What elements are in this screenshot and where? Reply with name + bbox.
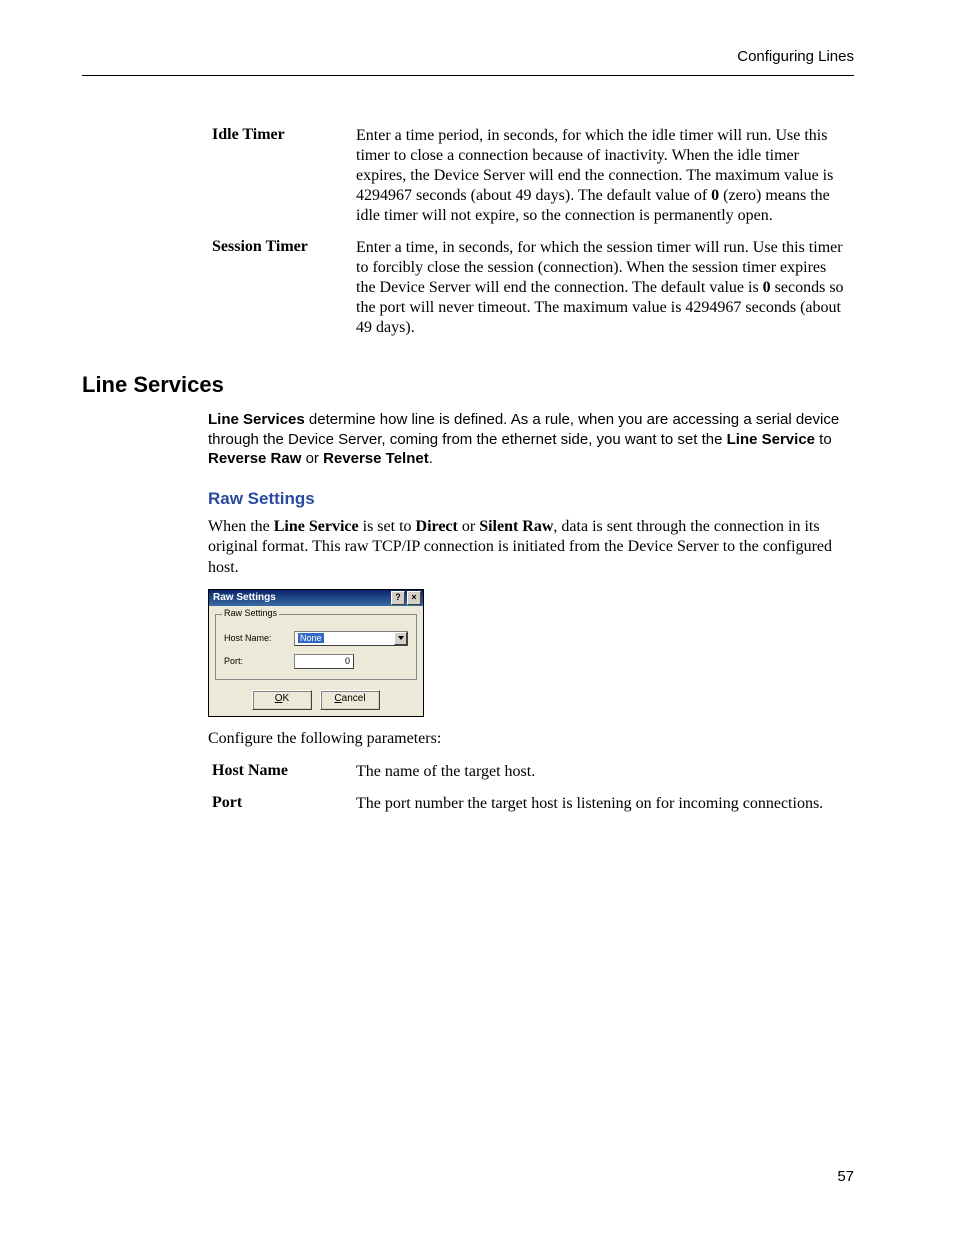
help-icon[interactable]: ?	[391, 591, 405, 605]
port-label: Port:	[224, 656, 294, 666]
def-row-idle-timer: Idle Timer Enter a time period, in secon…	[208, 120, 848, 232]
configure-text: Configure the following parameters:	[208, 729, 848, 750]
def-label: Session Timer	[208, 232, 352, 344]
param-definitions: Host Name The name of the target host. P…	[208, 756, 848, 820]
line-services-paragraph: Line Services determine how line is defi…	[208, 410, 848, 469]
def-desc: Enter a time period, in seconds, for whi…	[352, 120, 848, 232]
heading-raw-settings: Raw Settings	[208, 489, 854, 509]
def-label: Host Name	[208, 756, 352, 788]
host-name-select[interactable]: None	[294, 631, 408, 646]
ok-button[interactable]: OK	[252, 690, 312, 710]
heading-line-services: Line Services	[82, 372, 854, 398]
close-icon[interactable]: ×	[407, 591, 421, 605]
def-desc: The port number the target host is liste…	[352, 788, 848, 820]
def-label: Port	[208, 788, 352, 820]
dialog-titlebar[interactable]: Raw Settings ? ×	[209, 590, 423, 606]
def-desc: Enter a time, in seconds, for which the …	[352, 232, 848, 344]
timer-definitions: Idle Timer Enter a time period, in secon…	[208, 120, 848, 344]
raw-settings-group: Raw Settings Host Name: None Port: 0	[215, 614, 417, 680]
raw-settings-paragraph: When the Line Service is set to Direct o…	[208, 517, 848, 579]
def-row-port: Port The port number the target host is …	[208, 788, 848, 820]
raw-settings-dialog-figure: Raw Settings ? × Raw Settings Host Name:…	[208, 589, 854, 717]
host-name-value: None	[298, 633, 324, 643]
def-desc: The name of the target host.	[352, 756, 848, 788]
content: Idle Timer Enter a time period, in secon…	[82, 120, 854, 820]
cancel-button[interactable]: Cancel	[320, 690, 380, 710]
dialog-title: Raw Settings	[213, 592, 276, 603]
def-row-session-timer: Session Timer Enter a time, in seconds, …	[208, 232, 848, 344]
def-label: Idle Timer	[208, 120, 352, 232]
host-name-label: Host Name:	[224, 633, 294, 643]
def-row-host-name: Host Name The name of the target host.	[208, 756, 848, 788]
header-rule	[82, 75, 854, 76]
header-breadcrumb: Configuring Lines	[737, 48, 854, 65]
raw-settings-dialog: Raw Settings ? × Raw Settings Host Name:…	[208, 589, 424, 717]
group-legend: Raw Settings	[222, 608, 279, 618]
page-number: 57	[837, 1168, 854, 1185]
chevron-down-icon[interactable]	[394, 632, 407, 645]
port-input[interactable]: 0	[294, 654, 354, 669]
